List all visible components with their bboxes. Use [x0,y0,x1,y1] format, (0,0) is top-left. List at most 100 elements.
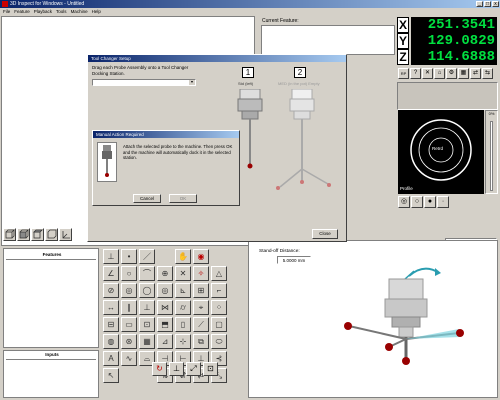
datum-tool-icon[interactable]: ⊿ [157,334,173,349]
clear-icon[interactable]: ✕ [422,68,433,79]
diag-tool-icon[interactable]: ⟋ [193,317,209,332]
view-cube-top-icon[interactable] [31,228,44,241]
settings-icon[interactable]: ⚙ [446,68,457,79]
move-icon[interactable]: ⤢ [186,362,201,376]
ring-tool-icon[interactable]: ◯ [139,283,155,298]
arc-tool-icon[interactable]: ✧ [193,266,209,281]
globe-tool-icon[interactable]: ⊛ [121,334,137,349]
inputs-header-line [6,359,96,360]
ok-button[interactable]: OK [169,194,197,203]
circle-icon[interactable]: ○ [411,196,423,208]
menu-machine[interactable]: Machine [71,8,88,15]
pointer-tool-icon[interactable]: ↖ [103,368,119,383]
eye-tool-icon[interactable]: ◎ [121,283,137,298]
window-title: 3D Inspect for Windows - Untitled [10,1,85,7]
rotate-icon[interactable]: ↻ [152,362,167,376]
dro-toolbar: RP ? ✕ ⌂ ⚙ ▦ ⇄ ⇆ [398,68,493,79]
target-icon[interactable]: ◎ [398,196,410,208]
station-1-caption: Std (left) [238,81,254,86]
swap-icon[interactable]: ⇄ [470,68,481,79]
features-panel[interactable]: Features [3,248,99,348]
maximize-button[interactable]: □ [484,1,491,7]
cylinder-tool-icon[interactable]: ⌭ [175,300,191,315]
rect-circle-tool-icon[interactable]: ⊡ [139,317,155,332]
scale-slider[interactable] [490,121,493,191]
view-cube-iso-icon[interactable] [45,228,58,241]
dro-z-value: 114.6888 [411,49,497,65]
tool-changer-title: Tool Changer Setup [88,55,346,62]
menu-file[interactable]: File [3,8,10,15]
line-tool-icon[interactable]: ／ [139,249,155,264]
circle-tool-icon[interactable]: ○ [121,266,137,281]
transfer-icon[interactable]: ⇆ [482,68,493,79]
radar-toolbar: ◎ ○ ● · [398,196,449,208]
intersect-tool-icon[interactable]: ⋈ [157,300,173,315]
sphere-tool-icon[interactable]: ◍ [103,334,119,349]
dot-icon[interactable]: · [437,196,449,208]
box-tool-icon[interactable]: ⬒ [157,317,173,332]
sphere-icon[interactable]: ● [424,196,436,208]
scatter-tool-icon[interactable]: ⁘ [211,300,227,315]
rectangle-tool-icon[interactable]: ▭ [121,317,137,332]
menu-tools[interactable]: Tools [56,8,67,15]
chevron-down-icon[interactable]: ▼ [189,80,195,85]
help-icon[interactable]: ? [410,68,421,79]
view-cube-front-icon[interactable] [3,228,16,241]
tool-changer-instruction: Drag each Probe Assembly onto a Tool Cha… [92,65,189,76]
probe-icon [102,145,112,177]
oval-tool-icon[interactable]: ⬭ [211,334,227,349]
menu-feature[interactable]: Feature [14,8,30,15]
point-tool-icon[interactable]: ⊥ [103,249,119,264]
docking-station-select[interactable]: ▼ [92,79,196,86]
slot-tool-icon[interactable]: ⌒ [139,266,155,281]
text-tool-icon[interactable]: A [103,351,119,366]
zoom-icon[interactable]: ⊡ [203,362,218,376]
grid-icon[interactable]: ▦ [458,68,469,79]
bottom-toolbar: ↻ ⊥ ⤢ ⊡ [152,362,218,376]
radar-center-label: Retrd [432,146,444,151]
menu-playback[interactable]: Playback [34,8,52,15]
angle-tool-icon[interactable]: ∠ [103,266,119,281]
tool-changer-close-button[interactable]: Close [312,229,338,239]
view-cube-side-icon[interactable] [17,228,30,241]
minimize-button[interactable]: _ [476,1,483,7]
cancel-button[interactable]: Cancel [133,194,161,203]
title-bar: 3D Inspect for Windows - Untitled _ □ x [0,0,500,8]
cross-tool-icon[interactable]: ✕ [175,266,191,281]
cube-tool-icon[interactable]: ▦ [139,334,155,349]
curve-tool-icon[interactable]: ∿ [121,351,137,366]
distance-tool-icon[interactable]: ↔ [103,300,119,315]
dro-z-row: Z 114.6888 [397,48,498,66]
axis-align-icon[interactable]: ⊥ [169,362,184,376]
probe-tool-icon[interactable]: ✋ [175,249,191,264]
dro-x-axis: X [397,17,409,33]
menu-help[interactable]: Help [92,8,101,15]
square-tool-icon[interactable]: ⊞ [193,283,209,298]
frame-tool-icon[interactable]: ⧉ [193,334,209,349]
current-feature-box [261,25,395,55]
cylinder-outline-icon[interactable]: ▯ [175,317,191,332]
axis-tool-icon[interactable]: ⊾ [175,283,191,298]
home-icon[interactable]: ⌂ [434,68,445,79]
blank-tool-icon[interactable]: ▢ [211,317,227,332]
manual-action-dialog: Manual Action Required Attach the select… [92,130,240,206]
axis-icon[interactable] [59,228,72,241]
parallel-tool-icon[interactable]: ∥ [121,300,137,315]
target-tool-icon[interactable]: ◎ [157,283,173,298]
plane-tool-icon[interactable]: ⊟ [103,317,119,332]
symmetry-tool-icon[interactable]: ⌖ [193,300,209,315]
cone-tool-icon[interactable]: △ [211,266,227,281]
probe-view[interactable]: Stand-off Distance: 5.0000 mm [248,240,498,398]
ellipse-tool-icon[interactable]: ⊘ [103,283,119,298]
crosshair-tool-icon[interactable]: ⊕ [157,266,173,281]
perpendicular-tool-icon[interactable]: ⊥ [139,300,155,315]
dot-tool-icon[interactable]: • [121,249,137,264]
corner-tool-icon[interactable]: ⌐ [211,283,227,298]
inputs-panel[interactable]: Inputs [3,350,99,398]
close-window-button[interactable]: x [492,1,499,7]
app-icon [2,1,8,7]
origin-tool-icon[interactable]: ⊹ [175,334,191,349]
sphere-red-icon[interactable]: ◉ [193,249,209,264]
rp-button[interactable]: RP [398,68,409,79]
